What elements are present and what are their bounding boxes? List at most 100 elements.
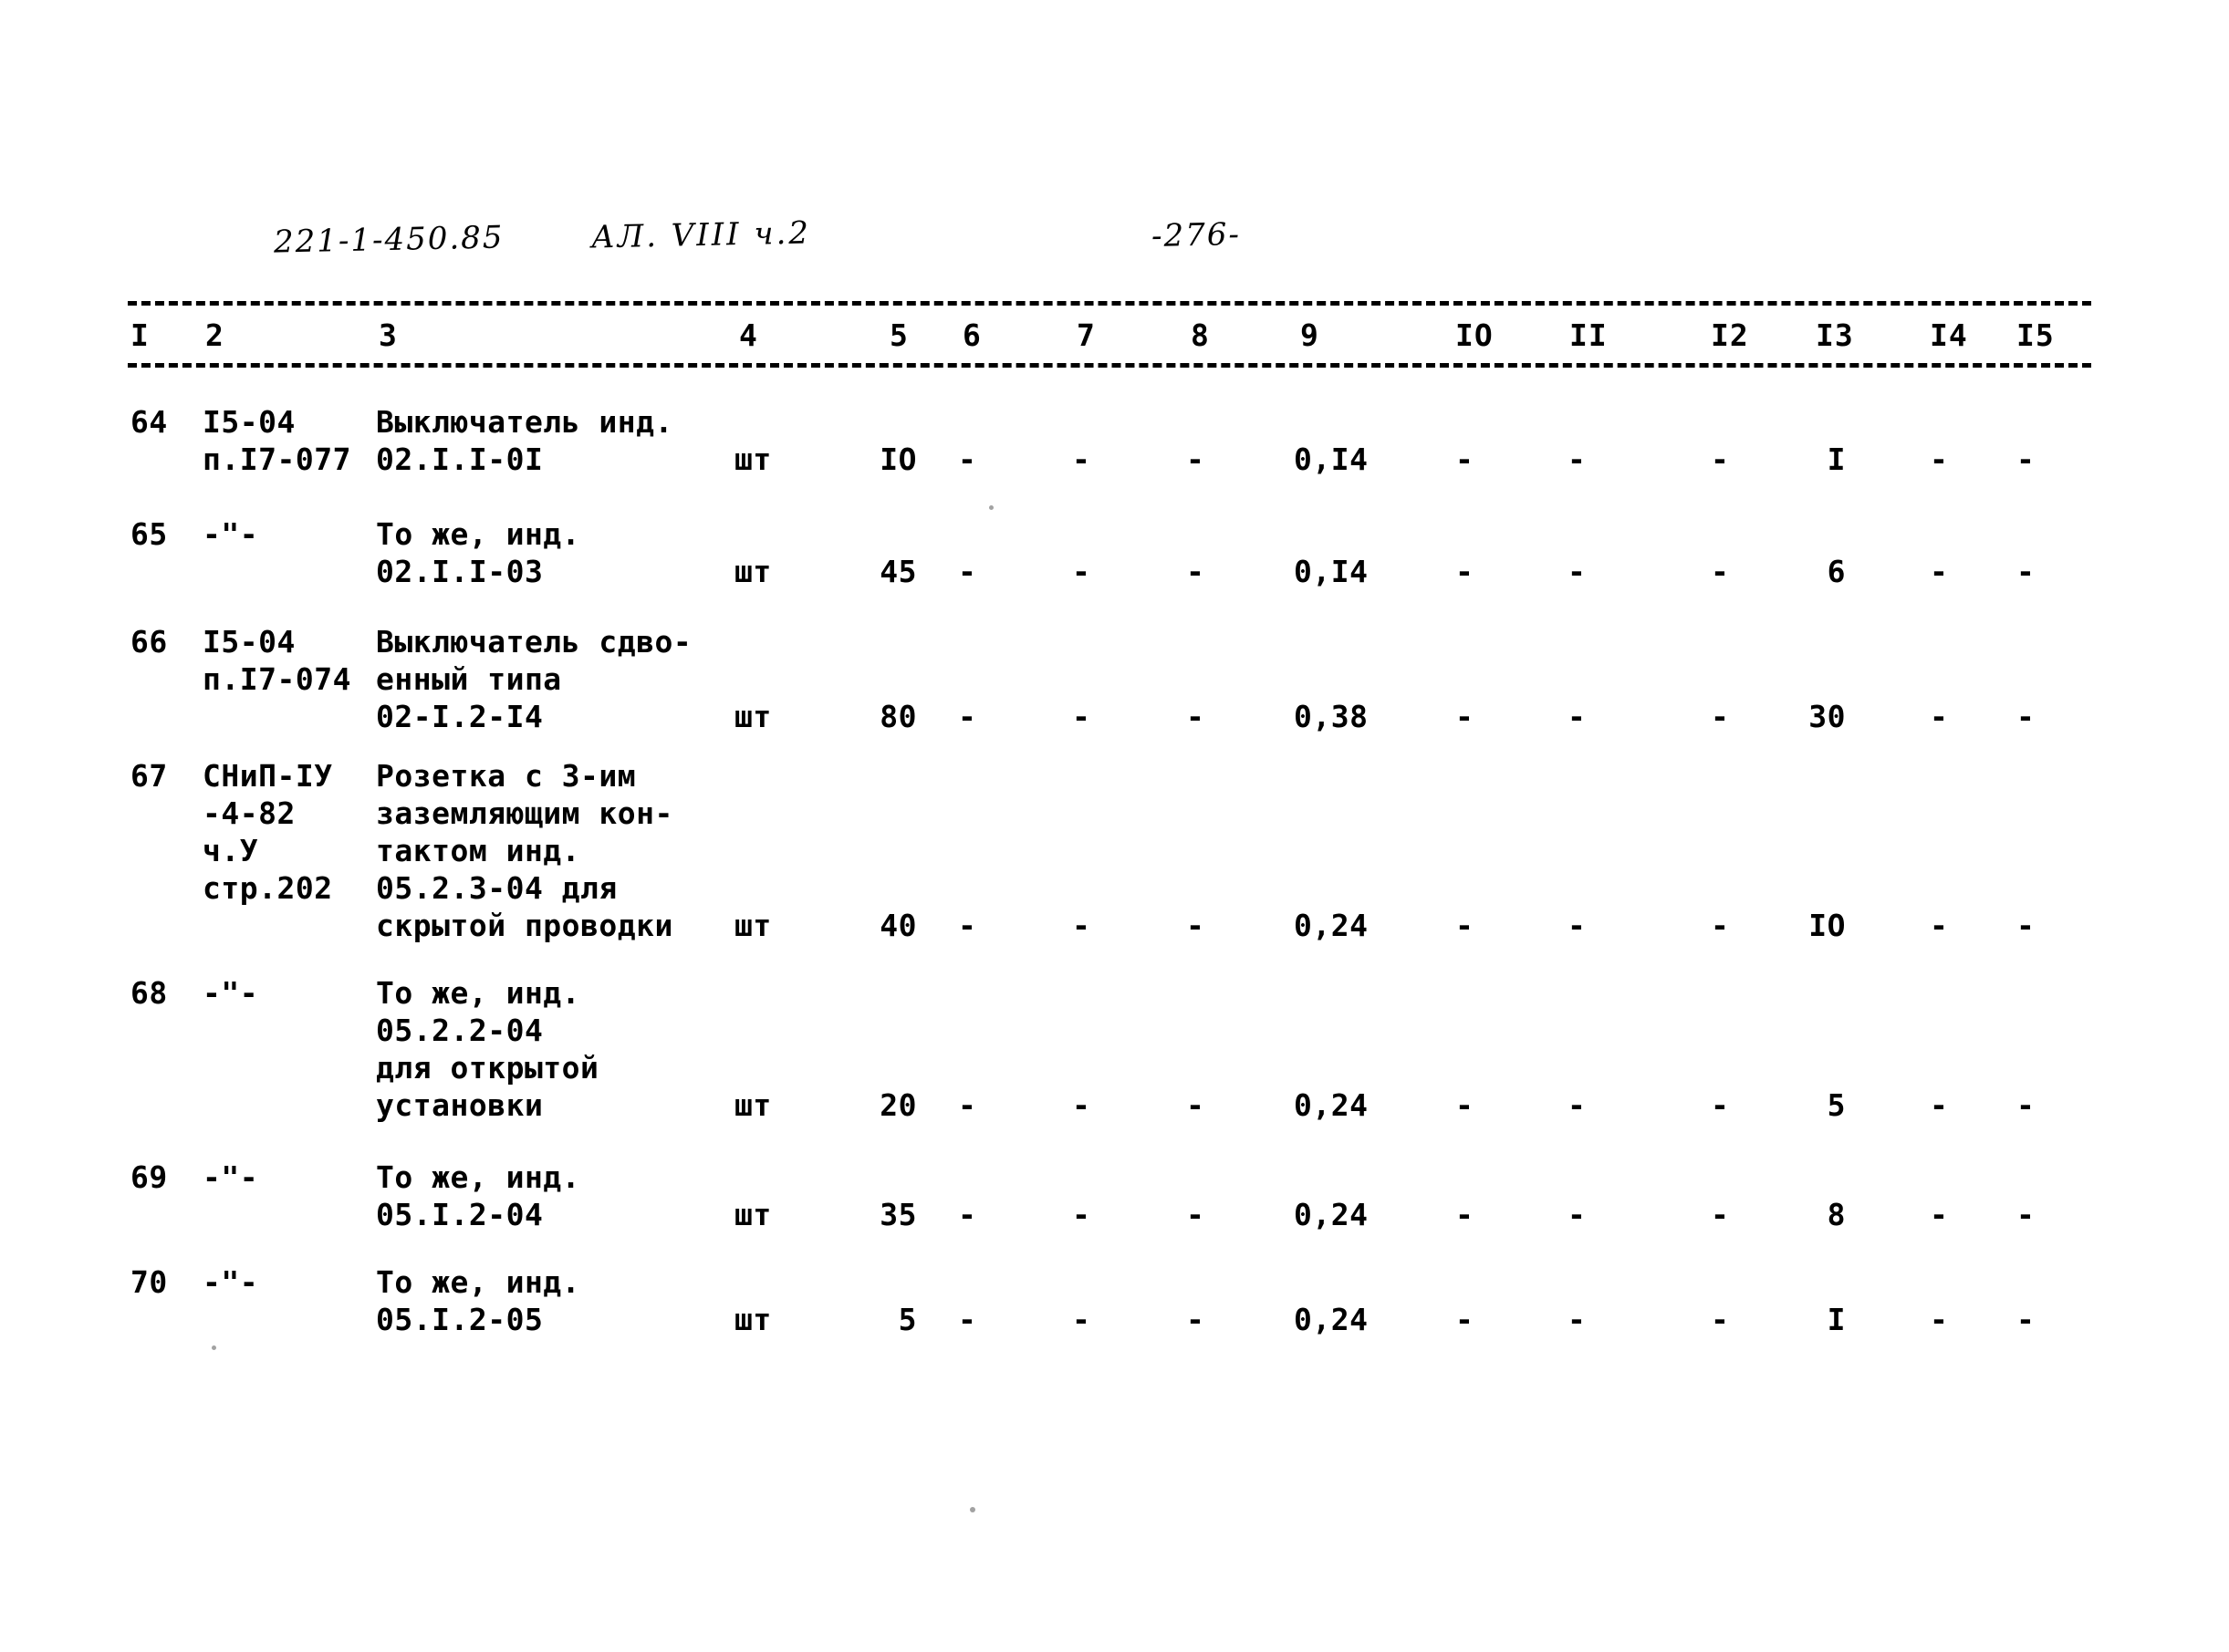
row-col12: - bbox=[1711, 1197, 1730, 1232]
row-description: То же, инд. 05.I.2-04 bbox=[376, 1159, 581, 1232]
row-col9: 0,24 bbox=[1294, 1087, 1369, 1123]
row-unit: шт bbox=[734, 554, 772, 589]
row-col15: - bbox=[2016, 1087, 2036, 1123]
row-col8: - bbox=[1186, 1197, 1205, 1232]
row-code: СНиП-IУ -4-82 ч.У стр.202 bbox=[203, 758, 333, 906]
row-col7: - bbox=[1072, 442, 1091, 477]
row-col7: - bbox=[1072, 1302, 1091, 1337]
row-col10: - bbox=[1455, 554, 1474, 589]
row-unit: шт bbox=[734, 699, 772, 734]
scan-speck bbox=[212, 1345, 216, 1350]
row-col11: - bbox=[1568, 442, 1587, 477]
row-col13: 6 bbox=[1827, 554, 1846, 589]
row-col10: - bbox=[1455, 908, 1474, 943]
row-col13: IO bbox=[1808, 908, 1846, 943]
row-quantity: IO bbox=[880, 442, 917, 477]
row-code: I5-04 п.I7-077 bbox=[203, 404, 351, 477]
column-header-14: I4 bbox=[1930, 317, 1968, 353]
row-col10: - bbox=[1455, 1197, 1474, 1232]
row-description: Выключатель сдво- енный типа 02-I.2-I4 bbox=[376, 624, 693, 734]
column-header-4: 4 bbox=[739, 317, 758, 353]
row-unit: шт bbox=[734, 1087, 772, 1123]
row-col12: - bbox=[1711, 554, 1730, 589]
column-header-15: I5 bbox=[2016, 317, 2055, 353]
row-col9: 0,I4 bbox=[1294, 442, 1369, 477]
row-col6: - bbox=[958, 1302, 977, 1337]
row-quantity: 45 bbox=[880, 554, 917, 589]
row-col12: - bbox=[1711, 1302, 1730, 1337]
row-col6: - bbox=[958, 908, 977, 943]
column-header-5: 5 bbox=[890, 317, 909, 353]
row-col11: - bbox=[1568, 908, 1587, 943]
row-col14: - bbox=[1930, 442, 1949, 477]
row-number: 66 bbox=[130, 624, 168, 660]
row-unit: шт bbox=[734, 1302, 772, 1337]
row-description: Выключатель инд. 02.I.I-0I bbox=[376, 404, 673, 477]
column-header-8: 8 bbox=[1191, 317, 1210, 353]
row-col7: - bbox=[1072, 908, 1091, 943]
row-quantity: 35 bbox=[880, 1197, 917, 1232]
row-col11: - bbox=[1568, 554, 1587, 589]
column-header-9: 9 bbox=[1300, 317, 1319, 353]
row-quantity: 40 bbox=[880, 908, 917, 943]
row-col9: 0,24 bbox=[1294, 908, 1369, 943]
handwritten-album-reference: АЛ. VIII ч.2 bbox=[590, 214, 812, 256]
row-col6: - bbox=[958, 442, 977, 477]
row-code: -"- bbox=[203, 516, 259, 552]
column-header-6: 6 bbox=[963, 317, 982, 353]
row-col15: - bbox=[2016, 908, 2036, 943]
row-col7: - bbox=[1072, 1197, 1091, 1232]
row-col12: - bbox=[1711, 908, 1730, 943]
row-col11: - bbox=[1568, 1197, 1587, 1232]
scan-speck bbox=[989, 505, 994, 510]
row-col11: - bbox=[1568, 1302, 1587, 1337]
row-col13: 5 bbox=[1827, 1087, 1846, 1123]
row-col8: - bbox=[1186, 442, 1205, 477]
row-col15: - bbox=[2016, 699, 2036, 734]
row-col14: - bbox=[1930, 1302, 1949, 1337]
row-col10: - bbox=[1455, 699, 1474, 734]
handwritten-page-number: -276- bbox=[1151, 215, 1242, 255]
row-number: 67 bbox=[130, 758, 168, 794]
row-col8: - bbox=[1186, 554, 1205, 589]
row-code: -"- bbox=[203, 1159, 259, 1195]
row-col13: I bbox=[1827, 1302, 1846, 1337]
table-header-top-rule bbox=[128, 301, 2091, 306]
row-col9: 0,24 bbox=[1294, 1197, 1369, 1232]
row-number: 64 bbox=[130, 404, 168, 440]
row-number: 70 bbox=[130, 1264, 168, 1300]
scan-speck bbox=[970, 1507, 975, 1512]
row-col7: - bbox=[1072, 699, 1091, 734]
row-col7: - bbox=[1072, 554, 1091, 589]
row-col8: - bbox=[1186, 699, 1205, 734]
table-header-bottom-rule bbox=[128, 363, 2091, 368]
row-col11: - bbox=[1568, 1087, 1587, 1123]
row-quantity: 80 bbox=[880, 699, 917, 734]
row-number: 68 bbox=[130, 975, 168, 1011]
row-col13: I bbox=[1827, 442, 1846, 477]
column-header-2: 2 bbox=[205, 317, 224, 353]
column-header-12: I2 bbox=[1711, 317, 1749, 353]
row-description: То же, инд. 05.I.2-05 bbox=[376, 1264, 581, 1337]
row-quantity: 5 bbox=[898, 1302, 917, 1337]
row-col11: - bbox=[1568, 699, 1587, 734]
row-col13: 8 bbox=[1827, 1197, 1846, 1232]
column-header-11: II bbox=[1569, 317, 1608, 353]
row-col10: - bbox=[1455, 1087, 1474, 1123]
row-col8: - bbox=[1186, 1087, 1205, 1123]
row-col15: - bbox=[2016, 1302, 2036, 1337]
row-description: Розетка с 3-им заземляющим кон- тактом и… bbox=[376, 758, 673, 943]
row-code: -"- bbox=[203, 1264, 259, 1300]
row-description: То же, инд. 05.2.2-04 для открытой устан… bbox=[376, 975, 599, 1123]
column-header-13: I3 bbox=[1816, 317, 1854, 353]
row-col12: - bbox=[1711, 1087, 1730, 1123]
row-col10: - bbox=[1455, 442, 1474, 477]
row-col6: - bbox=[958, 554, 977, 589]
row-col14: - bbox=[1930, 1087, 1949, 1123]
column-header-3: 3 bbox=[379, 317, 398, 353]
row-description: То же, инд. 02.I.I-03 bbox=[376, 516, 581, 589]
row-col10: - bbox=[1455, 1302, 1474, 1337]
column-header-10: IO bbox=[1455, 317, 1494, 353]
row-quantity: 20 bbox=[880, 1087, 917, 1123]
row-col14: - bbox=[1930, 554, 1949, 589]
